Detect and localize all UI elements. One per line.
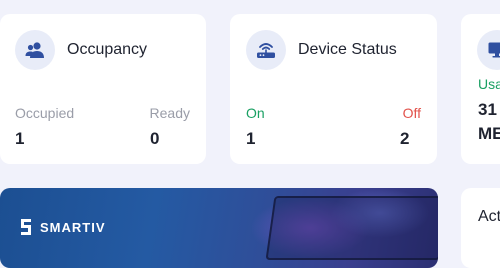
- occupied-value: 1: [15, 129, 24, 149]
- ready-value: 0: [150, 129, 159, 149]
- promo-banner[interactable]: SMARTIV: [0, 188, 438, 268]
- device-status-card: Device Status On Off 1 2: [230, 14, 437, 164]
- router-icon: [256, 41, 276, 59]
- occupancy-icon-circle: [15, 30, 55, 70]
- usage-unit: ME: [478, 124, 500, 144]
- brand-name: SMARTIV: [40, 220, 106, 235]
- on-value: 1: [246, 129, 255, 149]
- device-icon-circle: [246, 30, 286, 70]
- off-label: Off: [403, 105, 421, 121]
- off-value: 2: [400, 129, 409, 149]
- occupied-label: Occupied: [15, 105, 74, 121]
- brand-logo: SMARTIV: [18, 218, 106, 236]
- ready-label: Ready: [150, 105, 190, 121]
- users-icon: [25, 41, 45, 59]
- usage-value: 31: [478, 100, 497, 120]
- banner-screen-graphic: [266, 196, 438, 260]
- on-label: On: [246, 105, 265, 121]
- usage-icon-circle: [477, 30, 500, 70]
- usage-label: Usa: [478, 76, 500, 92]
- occupancy-title: Occupancy: [67, 41, 147, 59]
- usage-card: Usa 31 ME: [461, 14, 500, 164]
- device-status-title: Device Status: [298, 41, 397, 59]
- activity-card: Act: [461, 188, 500, 268]
- monitor-icon: [488, 42, 500, 58]
- smartiv-logo-icon: [18, 218, 34, 236]
- occupancy-card: Occupancy Occupied Ready 1 0: [0, 14, 206, 164]
- activity-title: Act: [478, 208, 500, 226]
